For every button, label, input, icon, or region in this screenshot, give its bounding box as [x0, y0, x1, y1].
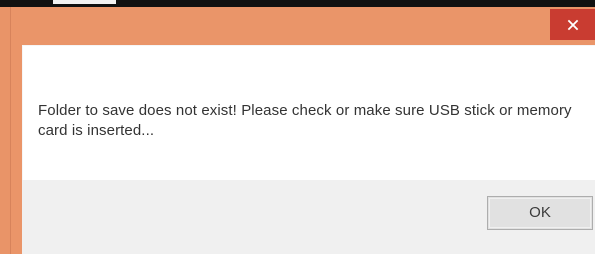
close-icon [567, 19, 579, 31]
close-button[interactable] [550, 9, 595, 40]
screenshot-stage: Folder to save does not exist! Please ch… [0, 0, 595, 254]
message-dialog: Folder to save does not exist! Please ch… [10, 7, 595, 254]
ok-button[interactable]: OK [487, 196, 593, 230]
dialog-titlebar [11, 7, 595, 44]
ok-button-label: OK [529, 204, 551, 221]
dialog-content: Folder to save does not exist! Please ch… [22, 45, 595, 254]
background-top-patch [53, 0, 116, 4]
dialog-message: Folder to save does not exist! Please ch… [38, 102, 572, 139]
